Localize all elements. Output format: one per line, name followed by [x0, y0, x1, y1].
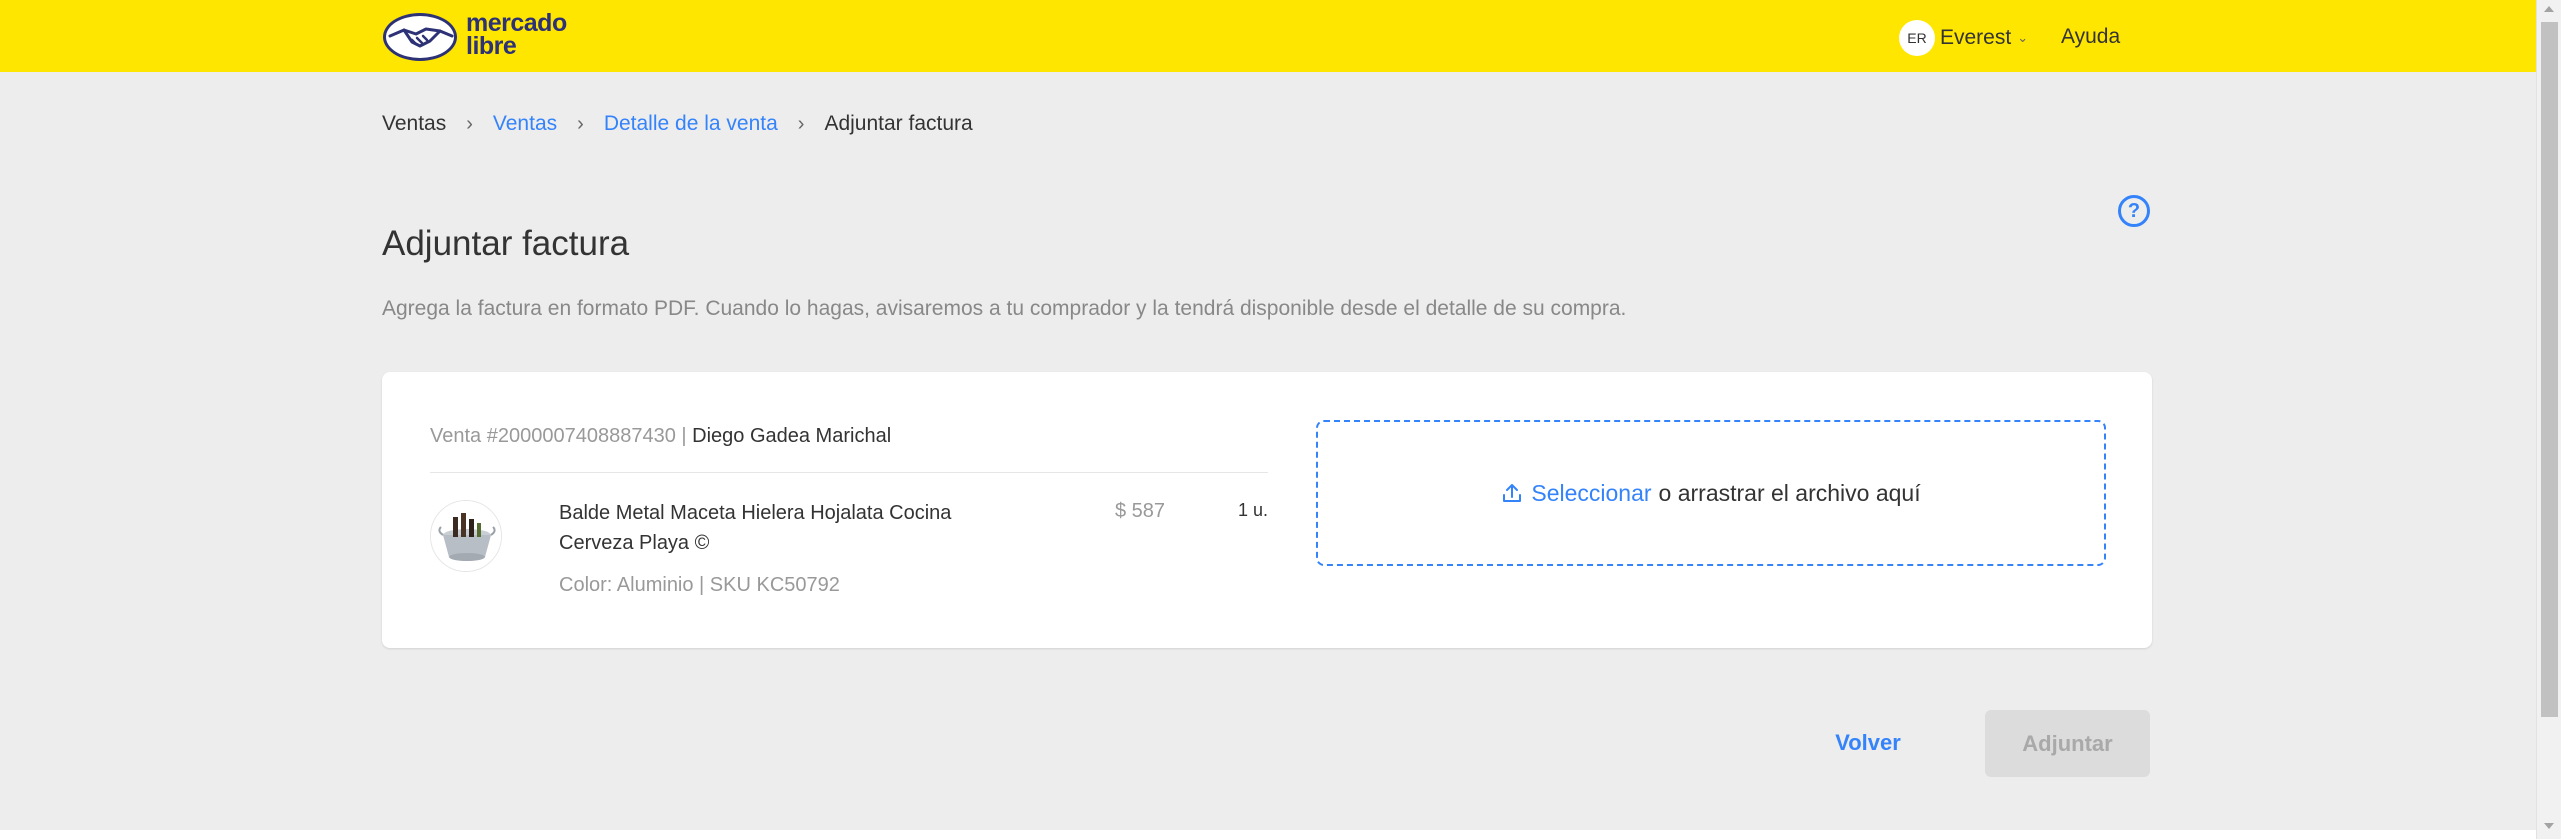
handshake-logo-icon — [383, 13, 457, 61]
back-button[interactable]: Volver — [1818, 710, 1918, 776]
invoice-card: Venta #2000007408887430 | Diego Gadea Ma… — [382, 372, 2152, 648]
scrollbar-thumb[interactable] — [2541, 22, 2558, 717]
user-name: Everest — [1940, 26, 2012, 49]
chevron-right-icon: › — [466, 112, 473, 135]
chevron-down-icon: ⌄ — [2017, 30, 2029, 45]
select-file-link[interactable]: Seleccionar — [1531, 480, 1651, 507]
user-menu[interactable]: ER Everest ⌄ — [1899, 20, 2028, 56]
vertical-scrollbar[interactable] — [2536, 0, 2561, 839]
mercadolibre-logo[interactable]: mercado libre — [382, 10, 592, 62]
chevron-right-icon: › — [797, 112, 805, 135]
scroll-down-arrow-icon[interactable] — [2544, 823, 2554, 829]
top-navbar: mercado libre ER Everest ⌄ Ayuda — [0, 0, 2536, 72]
upload-icon — [1503, 484, 1522, 502]
divider — [430, 472, 1268, 473]
page-title: Adjuntar factura — [382, 224, 630, 263]
drag-file-hint: o arrastrar el archivo aquí — [1658, 479, 1921, 506]
product-thumbnail — [430, 500, 502, 572]
sale-header-separator: | — [681, 425, 687, 447]
logo-text-line2: libre — [466, 32, 517, 60]
product-title: Balde Metal Maceta Hielera Hojalata Coci… — [559, 502, 952, 554]
breadcrumb: Ventas › Ventas › Detalle de la venta › … — [382, 112, 973, 136]
breadcrumb-item-sale-detail[interactable]: Detalle de la venta — [604, 112, 778, 136]
avatar: ER — [1899, 20, 1935, 56]
product-meta: Color: Aluminio | SKU KC50792 — [559, 574, 840, 596]
logo-wordmark: mercado libre — [466, 11, 567, 60]
ice-bucket-icon — [431, 501, 501, 571]
breadcrumb-item-current: Adjuntar factura — [824, 112, 973, 135]
breadcrumb-item-ventas-root: Ventas — [382, 112, 447, 135]
attach-button[interactable]: Adjuntar — [1985, 710, 2150, 777]
product-price: $ 587 — [1115, 500, 1166, 522]
footer-band — [0, 830, 2536, 839]
question-circle-icon[interactable]: ? — [2118, 195, 2150, 227]
help-link[interactable]: Ayuda — [2061, 25, 2120, 49]
sale-header: Venta #2000007408887430 | Diego Gadea Ma… — [430, 425, 891, 448]
chevron-right-icon: › — [577, 112, 584, 135]
sale-id: Venta #2000007408887430 — [430, 425, 676, 447]
product-quantity: 1 u. — [1238, 500, 1269, 520]
file-dropzone[interactable]: Seleccionar o arrastrar el archivo aquí — [1316, 420, 2106, 566]
scroll-up-arrow-icon[interactable] — [2544, 6, 2554, 12]
buyer-name: Diego Gadea Marichal — [692, 425, 892, 447]
page-subtitle: Agrega la factura en formato PDF. Cuando… — [382, 297, 1627, 320]
breadcrumb-item-ventas[interactable]: Ventas — [493, 112, 557, 136]
